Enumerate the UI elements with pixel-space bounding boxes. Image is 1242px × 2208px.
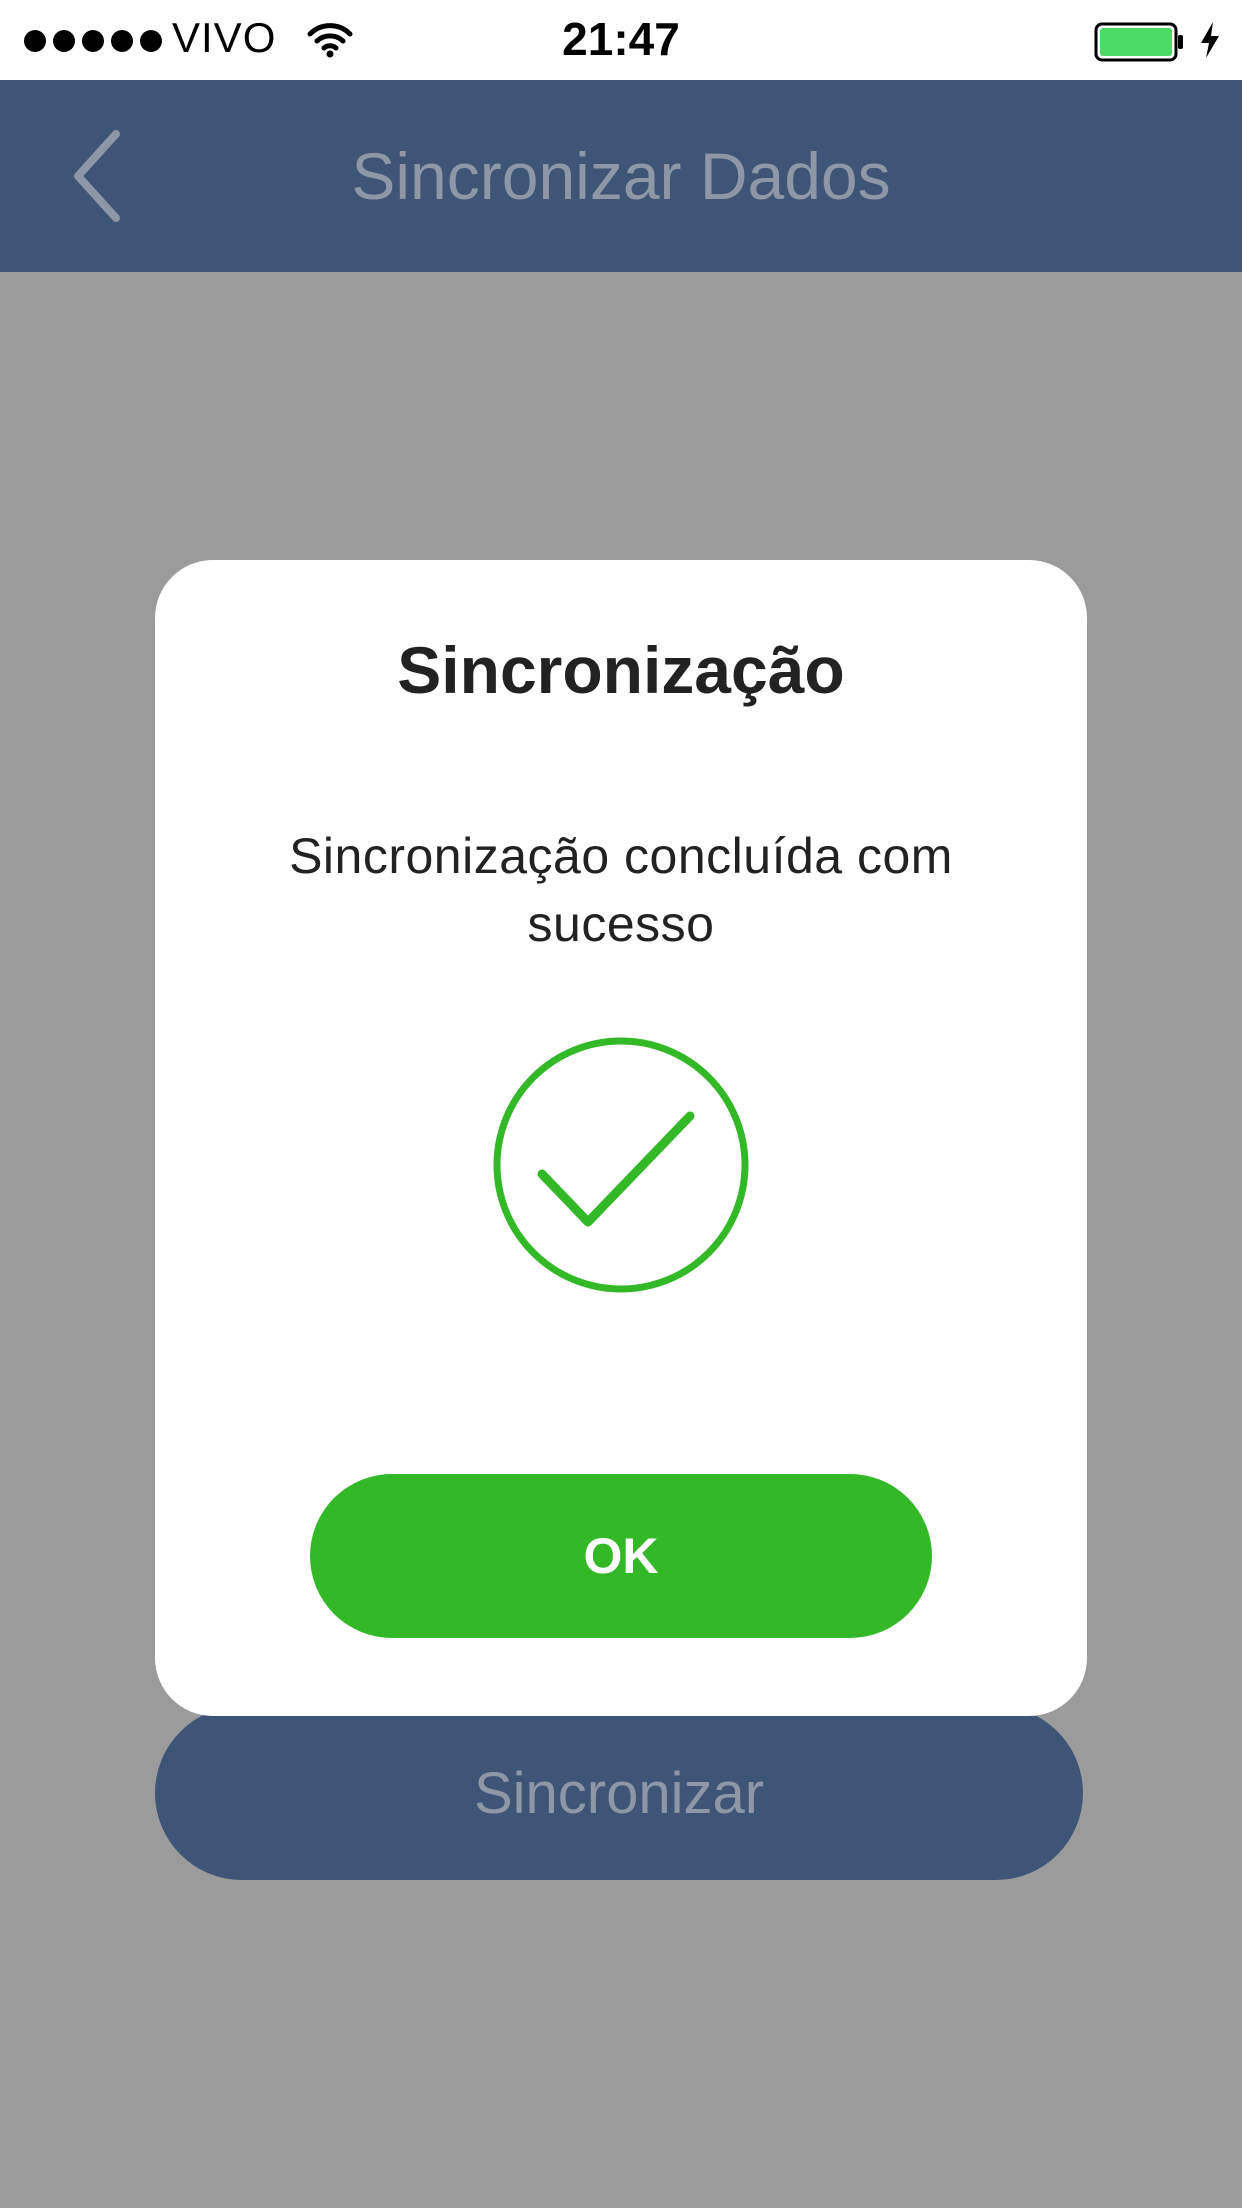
dialog-title: Sincronização <box>397 633 845 707</box>
ok-button[interactable]: OK <box>310 1474 932 1638</box>
dialog-message: Sincronização concluída com sucesso <box>289 828 953 952</box>
charging-bolt-icon <box>1201 22 1219 58</box>
success-dialog: Sincronização Sincronização concluída co… <box>155 560 1087 1716</box>
check-circle-icon <box>493 1037 749 1293</box>
clock: 21:47 <box>562 13 680 65</box>
sync-button[interactable]: Sincronizar <box>155 1706 1083 1880</box>
battery-icon <box>1094 22 1183 62</box>
page-title: Sincronizar Dados <box>351 139 891 213</box>
status-bar: VIVO 21:47 <box>0 0 1242 80</box>
nav-bar: Sincronizar Dados <box>0 80 1242 272</box>
